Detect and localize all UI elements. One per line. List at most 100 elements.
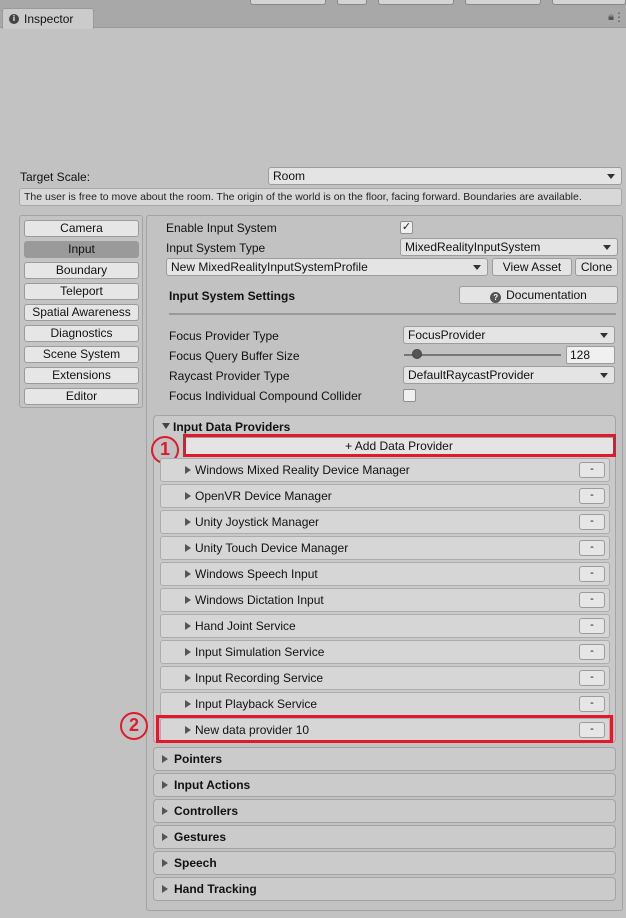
input-system-type-label: Input System Type — [166, 241, 266, 255]
chevron-down-icon — [607, 174, 615, 179]
tab-strip: i Inspector 🔒︎ ⋮ — [0, 8, 626, 29]
highlight-box — [183, 434, 616, 457]
sidebar-item-diagnostics[interactable]: Diagnostics — [24, 325, 139, 342]
data-provider-row[interactable]: Input Recording Service - — [160, 666, 610, 690]
remove-provider-button[interactable]: - — [579, 488, 605, 504]
remove-provider-button[interactable]: - — [579, 566, 605, 582]
target-scale-dropdown[interactable]: Room — [268, 167, 622, 185]
chevron-down-icon — [603, 245, 611, 250]
foldout-collapsed-icon[interactable] — [162, 755, 168, 763]
raycast-provider-label: Raycast Provider Type — [169, 369, 290, 383]
data-provider-row[interactable]: Windows Speech Input - — [160, 562, 610, 586]
section-title: Pointers — [174, 752, 223, 766]
data-provider-row[interactable]: Windows Dictation Input - — [160, 588, 610, 612]
tab-inspector[interactable]: i Inspector — [2, 8, 94, 29]
sidebar-item-spatial-awareness[interactable]: Spatial Awareness — [24, 304, 139, 321]
foldout-collapsed-icon[interactable] — [185, 596, 191, 604]
toolbar-button[interactable] — [378, 0, 454, 5]
section-hand-tracking[interactable]: Hand Tracking — [153, 877, 616, 901]
documentation-button[interactable]: ? Documentation — [459, 286, 618, 304]
compound-collider-checkbox[interactable] — [403, 389, 416, 402]
tab-title: Inspector — [24, 12, 74, 26]
foldout-collapsed-icon[interactable] — [162, 807, 168, 815]
focus-buffer-slider[interactable] — [404, 354, 561, 356]
foldout-collapsed-icon[interactable] — [185, 518, 191, 526]
remove-provider-button[interactable]: - — [579, 592, 605, 608]
foldout-collapsed-icon[interactable] — [185, 648, 191, 656]
profile-value: New MixedRealityInputSystemProfile — [171, 260, 368, 274]
section-title: Gestures — [174, 830, 227, 844]
target-scale-value: Room — [273, 169, 306, 183]
foldout-collapsed-icon[interactable] — [185, 544, 191, 552]
foldout-expanded-icon[interactable] — [162, 423, 170, 429]
data-provider-name: Windows Mixed Reality Device Manager — [195, 463, 410, 477]
section-controllers[interactable]: Controllers — [153, 799, 616, 823]
foldout-collapsed-icon[interactable] — [185, 700, 191, 708]
sidebar-item-teleport[interactable]: Teleport — [24, 283, 139, 300]
section-title: Controllers — [174, 804, 239, 818]
data-provider-name: Windows Dictation Input — [195, 593, 324, 607]
foldout-collapsed-icon[interactable] — [185, 570, 191, 578]
data-providers-title[interactable]: Input Data Providers — [173, 420, 290, 434]
foldout-collapsed-icon[interactable] — [185, 492, 191, 500]
profile-dropdown[interactable]: New MixedRealityInputSystemProfile — [166, 258, 488, 276]
toolbar-button[interactable] — [465, 0, 541, 5]
menu-icon[interactable]: ⋮ — [613, 10, 625, 24]
enable-input-checkbox[interactable]: ✓ — [400, 221, 413, 234]
remove-provider-button[interactable]: - — [579, 618, 605, 634]
foldout-collapsed-icon[interactable] — [185, 674, 191, 682]
data-provider-row[interactable]: Unity Joystick Manager - — [160, 510, 610, 534]
section-input-actions[interactable]: Input Actions — [153, 773, 616, 797]
data-provider-name: Unity Joystick Manager — [195, 515, 320, 529]
sidebar-item-scene-system[interactable]: Scene System — [24, 346, 139, 363]
data-provider-row[interactable]: OpenVR Device Manager - — [160, 484, 610, 508]
foldout-collapsed-icon[interactable] — [162, 833, 168, 841]
focus-buffer-label: Focus Query Buffer Size — [169, 349, 300, 363]
remove-provider-button[interactable]: - — [579, 514, 605, 530]
toolbar-button[interactable] — [337, 0, 367, 5]
documentation-label: Documentation — [506, 288, 587, 302]
toolbar-button[interactable] — [250, 0, 326, 5]
remove-provider-button[interactable]: - — [579, 644, 605, 660]
remove-provider-button[interactable]: - — [579, 696, 605, 712]
toolbar-button[interactable] — [552, 0, 626, 5]
view-asset-button[interactable]: View Asset — [492, 258, 572, 276]
data-provider-row[interactable]: Input Simulation Service - — [160, 640, 610, 664]
section-gestures[interactable]: Gestures — [153, 825, 616, 849]
foldout-collapsed-icon[interactable] — [162, 781, 168, 789]
data-provider-row[interactable]: Windows Mixed Reality Device Manager - — [160, 458, 610, 482]
data-provider-row[interactable]: Hand Joint Service - — [160, 614, 610, 638]
remove-provider-button[interactable]: - — [579, 670, 605, 686]
section-speech[interactable]: Speech — [153, 851, 616, 875]
info-icon: i — [9, 14, 19, 24]
target-scale-label: Target Scale: — [20, 170, 91, 184]
focus-provider-label: Focus Provider Type — [169, 329, 279, 343]
data-provider-row[interactable]: Input Playback Service - — [160, 692, 610, 716]
remove-provider-button[interactable]: - — [579, 540, 605, 556]
clone-button[interactable]: Clone — [575, 258, 618, 276]
sidebar-item-boundary[interactable]: Boundary — [24, 262, 139, 279]
focus-buffer-input[interactable]: 128 — [566, 346, 615, 364]
sidebar-item-input[interactable]: Input — [24, 241, 139, 258]
target-scale-help: The user is free to move about the room.… — [19, 188, 622, 206]
remove-provider-button[interactable]: - — [579, 462, 605, 478]
sidebar-item-camera[interactable]: Camera — [24, 220, 139, 237]
data-provider-name: Input Playback Service — [195, 697, 318, 711]
foldout-collapsed-icon[interactable] — [185, 622, 191, 630]
focus-provider-dropdown[interactable]: FocusProvider — [403, 326, 615, 344]
chevron-down-icon — [473, 265, 481, 270]
data-provider-name: Input Recording Service — [195, 671, 324, 685]
data-provider-row[interactable]: Unity Touch Device Manager - — [160, 536, 610, 560]
foldout-collapsed-icon[interactable] — [162, 859, 168, 867]
foldout-collapsed-icon[interactable] — [185, 466, 191, 474]
foldout-collapsed-icon[interactable] — [162, 885, 168, 893]
slider-thumb[interactable] — [411, 349, 422, 359]
sidebar-item-editor[interactable]: Editor — [24, 388, 139, 405]
section-pointers[interactable]: Pointers — [153, 747, 616, 771]
focus-provider-value: FocusProvider — [408, 328, 486, 342]
raycast-provider-dropdown[interactable]: DefaultRaycastProvider — [403, 366, 615, 384]
window-toolbar — [0, 0, 626, 8]
sidebar-item-extensions[interactable]: Extensions — [24, 367, 139, 384]
input-system-type-dropdown[interactable]: MixedRealityInputSystem — [400, 238, 618, 256]
help-icon: ? — [490, 292, 502, 303]
